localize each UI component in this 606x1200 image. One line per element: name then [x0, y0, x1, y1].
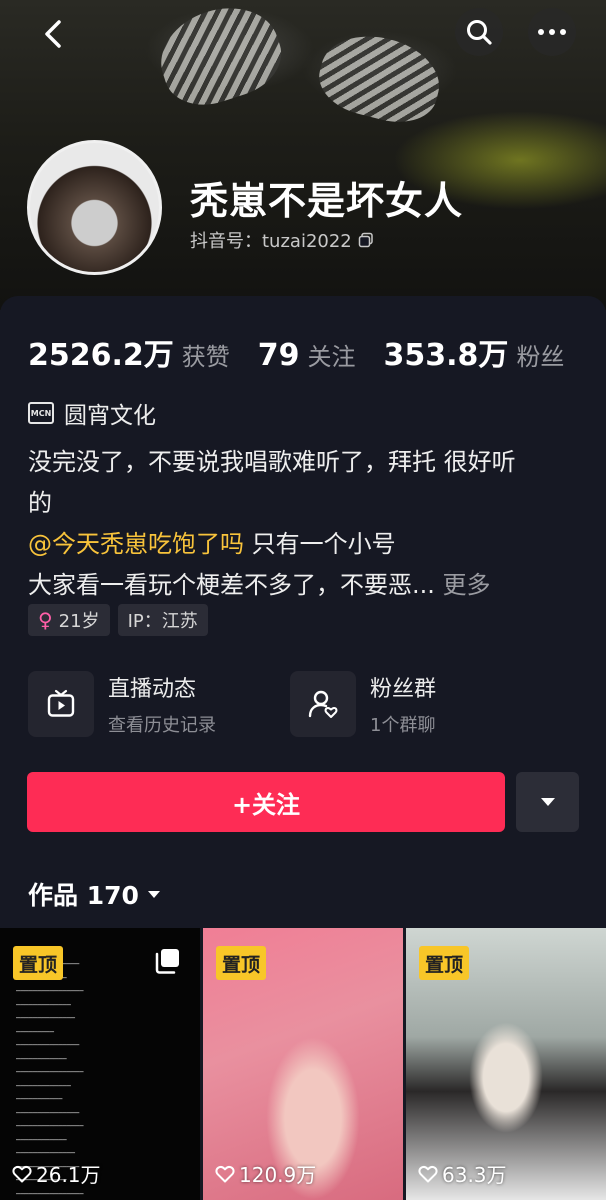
recommend-dropdown-button[interactable]: [516, 772, 579, 832]
video-like-count: 120.9万: [215, 1159, 316, 1188]
profile-nickname: 秃崽不是坏女人: [190, 179, 464, 223]
ip-tag: IP：江苏: [117, 604, 208, 636]
copy-icon[interactable]: [358, 232, 374, 248]
profile-stats: 2526.2万 获赞 79 关注 353.8万 粉丝: [28, 330, 592, 374]
live-history-entry[interactable]: 直播动态 查看历史记录: [28, 671, 216, 737]
back-button[interactable]: [30, 10, 78, 58]
following-label[interactable]: 关注: [308, 337, 356, 372]
fan-group-entry[interactable]: 粉丝群 1个群聊: [290, 671, 436, 737]
like-count-text: 120.9万: [239, 1163, 317, 1187]
live-history-subtitle: 查看历史记录: [108, 715, 216, 736]
followers-count[interactable]: 353.8万: [384, 330, 509, 374]
age-text: 21岁: [58, 611, 100, 632]
fan-group-icon: [308, 690, 338, 718]
pinned-badge: 置顶: [216, 946, 267, 980]
heart-outline-icon: [12, 1165, 32, 1182]
account-id: 抖音号：tuzai2022: [190, 227, 374, 253]
video-like-count: 63.3万: [418, 1159, 507, 1188]
bio-text: 大家看一看玩个梗差不多了，不要恶...: [28, 571, 435, 599]
works-tab-label: 作品 170: [28, 881, 139, 910]
image-set-icon: [155, 949, 179, 974]
bio-more-link[interactable]: 更多: [435, 571, 491, 599]
live-history-title: 直播动态: [108, 677, 197, 702]
tab-works[interactable]: 作品 170: [28, 876, 161, 912]
video-like-count: 26.1万: [12, 1159, 101, 1188]
followers-label[interactable]: 粉丝: [516, 337, 564, 372]
heart-outline-icon: [215, 1165, 235, 1182]
tv-icon-box: [28, 671, 94, 737]
likes-count: 2526.2万: [28, 338, 174, 373]
fan-group-subtitle: 1个群聊: [370, 715, 436, 736]
pinned-badge: 置顶: [13, 946, 64, 980]
profile-bio: 没完没了，不要说我唱歌难听了，拜托 很好听 的 @今天秃崽吃饱了吗 只有一个小号…: [28, 442, 588, 606]
heart-outline-icon: [418, 1165, 438, 1182]
live-history-text: 直播动态 查看历史记录: [108, 671, 216, 737]
bio-text: 只有一个小号: [244, 530, 396, 558]
more-dots-icon: [538, 29, 566, 35]
cover-image-detail: [149, 0, 291, 117]
mcn-name: 圆宵文化: [64, 403, 156, 429]
cover-image-detail: [312, 24, 448, 132]
video-grid: ━━━━━━━━━━━━━━━━ ━━━━━━━━━━━━━ ━━━━━━━━━━━…: [0, 928, 606, 1200]
following-count[interactable]: 79: [258, 338, 300, 373]
chevron-left-icon: [45, 20, 61, 48]
account-id-text: 抖音号：tuzai2022: [190, 231, 352, 252]
tv-play-icon: [47, 689, 75, 717]
ip-text: IP：江苏: [127, 611, 198, 632]
likes-label: 获赞: [181, 343, 230, 371]
avatar[interactable]: [27, 140, 162, 275]
bio-line: 没完没了，不要说我唱歌难听了，拜托 很好听: [28, 448, 516, 476]
group-icon-box: [290, 671, 356, 737]
like-count-text: 63.3万: [442, 1163, 507, 1187]
mention-link[interactable]: @今天秃崽吃饱了吗: [28, 530, 244, 558]
caret-down-icon: [147, 890, 160, 898]
search-icon: [467, 20, 492, 45]
bio-line: @今天秃崽吃饱了吗 只有一个小号: [28, 524, 588, 565]
age-tag: ♀ 21岁: [28, 604, 110, 636]
profile-tags: ♀ 21岁 IP：江苏: [28, 604, 208, 636]
pinned-badge: 置顶: [419, 946, 470, 980]
mcn-agency[interactable]: MCN 圆宵文化: [28, 396, 156, 430]
search-button[interactable]: [455, 8, 503, 56]
mcn-icon: MCN: [28, 402, 54, 424]
female-icon: ♀: [38, 608, 53, 632]
fan-group-title: 粉丝群: [370, 677, 437, 702]
video-thumbnail[interactable]: 置顶 63.3万: [406, 928, 606, 1200]
video-thumbnail[interactable]: 置顶 120.9万: [203, 928, 403, 1200]
follow-button[interactable]: +关注: [27, 772, 505, 832]
video-thumbnail[interactable]: ━━━━━━━━━━━━━━━━ ━━━━━━━━━━━━━ ━━━━━━━━━━━…: [0, 928, 200, 1200]
bio-line: 大家看一看玩个梗差不多了，不要恶... 更多: [28, 565, 588, 606]
like-count-text: 26.1万: [36, 1163, 101, 1187]
caret-down-icon: [540, 798, 555, 806]
fan-group-text: 粉丝群 1个群聊: [370, 671, 436, 737]
bio-line: 的: [28, 489, 52, 517]
more-options-button[interactable]: [528, 8, 576, 56]
